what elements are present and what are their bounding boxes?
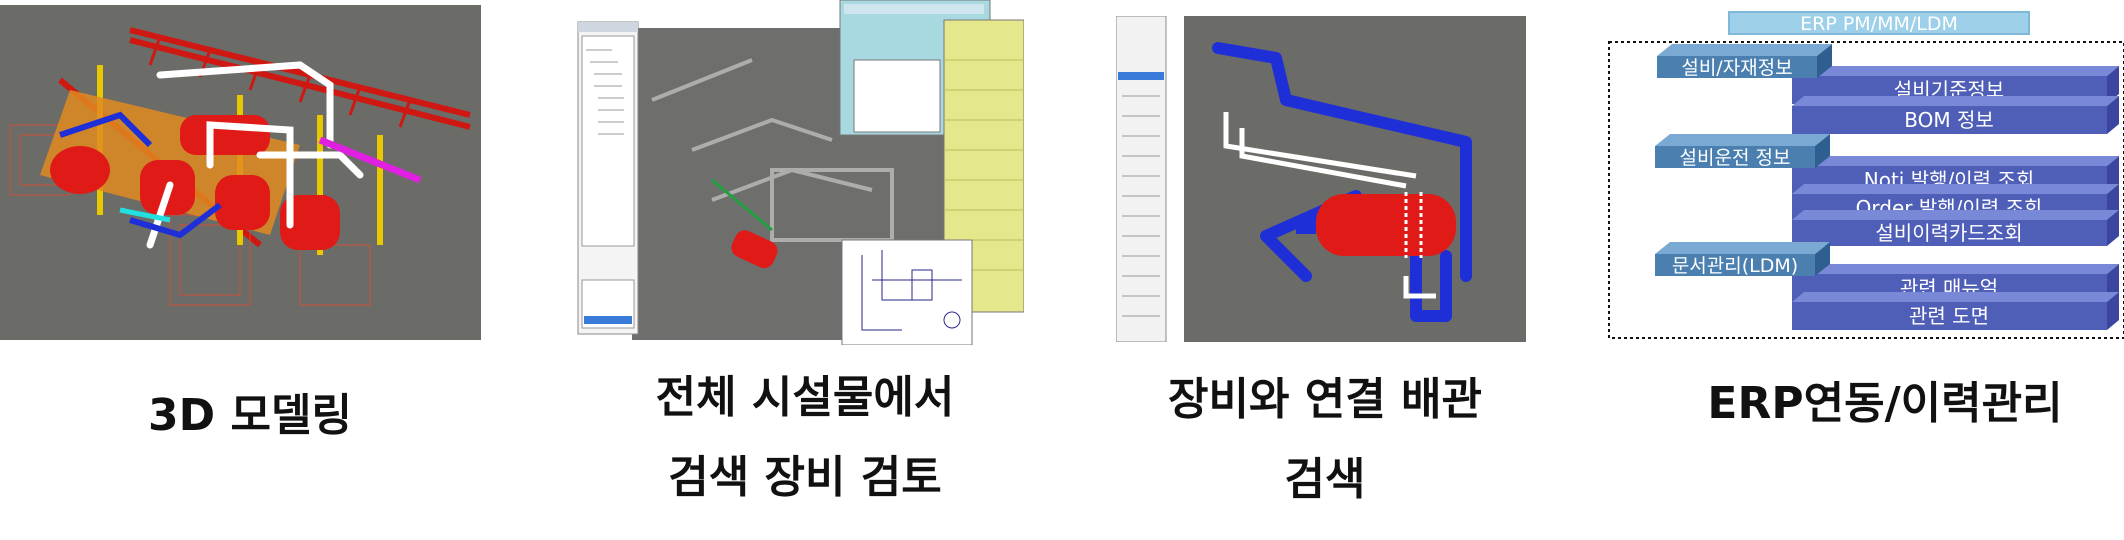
caption-piping-search: 장비와 연결 배관 검색 bbox=[1168, 374, 1482, 505]
facility-search-review-panel bbox=[572, 0, 1025, 346]
item-drawing: 관련 도면 bbox=[1909, 304, 1989, 328]
caption-erp: ERP연동/이력관리 bbox=[1707, 378, 2063, 429]
header-document-management: 문서관리(LDM) bbox=[1672, 255, 1798, 277]
3d-model-viewport bbox=[0, 5, 481, 340]
caption-search-review: 전체 시설물에서 검색 장비 검토 bbox=[655, 372, 955, 503]
header-operation-info: 설비운전 정보 bbox=[1680, 147, 1791, 169]
caption-3d-modeling: 3D 모델링 bbox=[148, 390, 352, 441]
equipment-piping-panel bbox=[1115, 15, 1526, 343]
item-bom: BOM 정보 bbox=[1904, 108, 1994, 132]
item-history-card: 설비이력카드조회 bbox=[1875, 221, 2022, 245]
erp-integration-diagram: ERP PM/MM/LDM 설비기준정보 BOM 정보 설비/자재정보 Noti… bbox=[1607, 10, 2124, 340]
header-equipment-material: 설비/자재정보 bbox=[1681, 57, 1792, 79]
erp-title: ERP PM/MM/LDM bbox=[1800, 13, 1958, 35]
